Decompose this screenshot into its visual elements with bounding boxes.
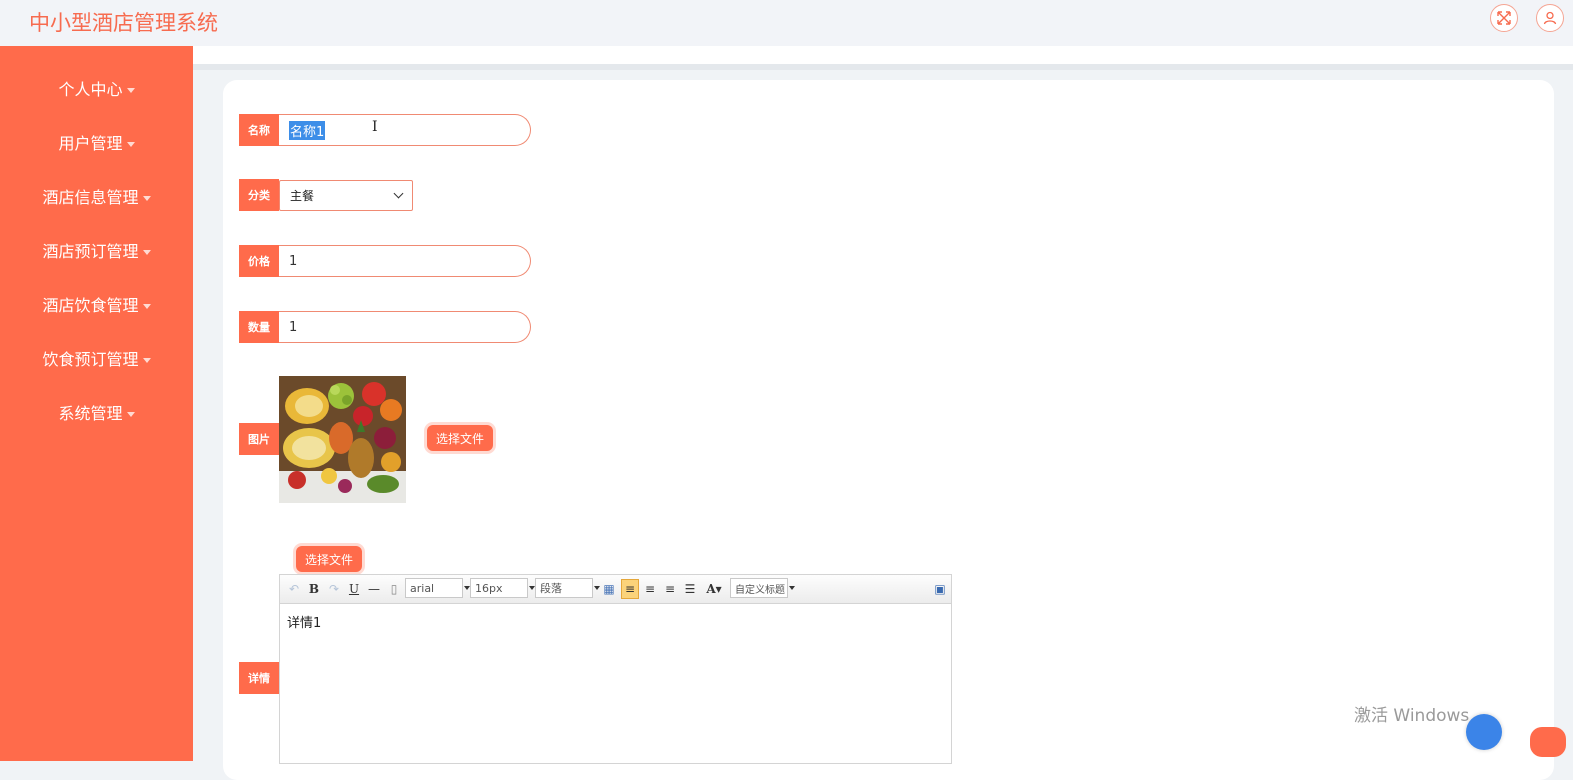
- image-choose-file-button[interactable]: 选择文件: [427, 425, 493, 451]
- sidebar-item-label: 酒店信息管理: [42, 188, 139, 207]
- text-cursor-icon: I: [372, 119, 378, 135]
- paragraph-select[interactable]: 段落: [535, 578, 600, 598]
- font-size-value: 16px: [475, 581, 503, 595]
- caret-down-icon: [126, 412, 135, 417]
- quantity-input[interactable]: 1: [279, 311, 531, 343]
- caret-down-icon: [142, 250, 151, 255]
- font-color-icon[interactable]: A▾: [703, 579, 725, 599]
- sidebar-item-hotel-info[interactable]: 酒店信息管理: [0, 186, 193, 210]
- name-input[interactable]: 名称1: [279, 114, 531, 146]
- align-justify-icon[interactable]: ☰: [682, 579, 698, 599]
- sidebar-item-hotel-booking[interactable]: 酒店预订管理: [0, 240, 193, 264]
- floating-assistant-icon[interactable]: [1466, 714, 1502, 750]
- sidebar-item-label: 系统管理: [58, 404, 123, 423]
- dropdown-arrow-icon: [594, 586, 600, 590]
- content-divider: [193, 64, 1573, 70]
- image-preview: [279, 376, 406, 503]
- bold-icon[interactable]: B: [306, 579, 322, 599]
- editor-content[interactable]: 详情1: [280, 604, 951, 639]
- caret-down-icon: [126, 142, 135, 147]
- quantity-label: 数量: [239, 311, 279, 343]
- sidebar: 个人中心 用户管理 酒店信息管理 酒店预订管理 酒店饮食管理 饮食预订管理 系统…: [0, 46, 193, 761]
- category-select[interactable]: 主餐: [279, 180, 413, 211]
- user-icon[interactable]: [1536, 4, 1564, 32]
- fullscreen-icon[interactable]: [1490, 4, 1518, 32]
- price-label: 价格: [239, 245, 279, 277]
- font-family-select[interactable]: arial: [405, 578, 470, 598]
- caret-down-icon: [142, 358, 151, 363]
- caret-down-icon: [142, 196, 151, 201]
- price-input[interactable]: 1: [279, 245, 531, 277]
- sidebar-item-label: 酒店预订管理: [42, 242, 139, 261]
- page-icon[interactable]: ▯: [386, 579, 402, 599]
- detail-label: 详情: [239, 662, 279, 694]
- preview-icon[interactable]: ▣: [932, 579, 948, 599]
- editor-toolbar: ↶ B ↷ U — ▯ arial 16px 段落 ▦ ≡ ≡ ≡ ☰ A▾ 自…: [280, 575, 951, 604]
- paragraph-value: 段落: [540, 582, 562, 595]
- font-size-select[interactable]: 16px: [470, 578, 535, 598]
- category-value: 主餐: [290, 189, 315, 203]
- price-value: 1: [289, 253, 298, 269]
- sidebar-item-personal-center[interactable]: 个人中心: [0, 78, 193, 102]
- caret-down-icon: [142, 304, 151, 309]
- sidebar-item-label: 饮食预订管理: [42, 350, 139, 369]
- custom-title-value: 自定义标题: [735, 584, 785, 596]
- sidebar-item-user-management[interactable]: 用户管理: [0, 132, 193, 156]
- horizontal-rule-icon[interactable]: —: [366, 579, 382, 599]
- name-value: 名称1: [289, 120, 326, 140]
- floating-action-icon[interactable]: [1530, 727, 1566, 757]
- detail-choose-file-button[interactable]: 选择文件: [296, 546, 362, 572]
- underline-icon[interactable]: U: [346, 579, 362, 599]
- align-right-icon[interactable]: ≡: [642, 579, 658, 599]
- top-bar: 中小型酒店管理系统: [0, 0, 1573, 46]
- custom-title-select[interactable]: 自定义标题: [730, 578, 795, 598]
- chevron-down-icon: [393, 188, 404, 199]
- font-family-value: arial: [410, 581, 435, 595]
- sidebar-item-label: 酒店饮食管理: [42, 296, 139, 315]
- rich-text-editor[interactable]: ↶ B ↷ U — ▯ arial 16px 段落 ▦ ≡ ≡ ≡ ☰ A▾ 自…: [279, 574, 952, 764]
- redo-icon[interactable]: ↷: [326, 579, 342, 599]
- sidebar-item-label: 个人中心: [58, 80, 123, 99]
- align-center-icon[interactable]: ≡: [662, 579, 678, 599]
- table-icon[interactable]: ▦: [601, 579, 617, 599]
- name-label: 名称: [239, 114, 279, 146]
- align-left-icon[interactable]: ≡: [621, 579, 639, 599]
- quantity-value: 1: [289, 319, 298, 335]
- undo-icon[interactable]: ↶: [286, 579, 302, 599]
- image-label: 图片: [239, 423, 279, 455]
- windows-activation-watermark: 激活 Windows: [1354, 706, 1470, 726]
- category-label: 分类: [239, 179, 279, 211]
- sidebar-item-hotel-dining[interactable]: 酒店饮食管理: [0, 294, 193, 318]
- content-top-strip: [193, 46, 1573, 64]
- sidebar-item-label: 用户管理: [58, 134, 123, 153]
- app-title: 中小型酒店管理系统: [29, 11, 218, 35]
- sidebar-item-system[interactable]: 系统管理: [0, 402, 193, 426]
- sidebar-item-dining-booking[interactable]: 饮食预订管理: [0, 348, 193, 372]
- caret-down-icon: [126, 88, 135, 93]
- dropdown-arrow-icon: [789, 586, 795, 590]
